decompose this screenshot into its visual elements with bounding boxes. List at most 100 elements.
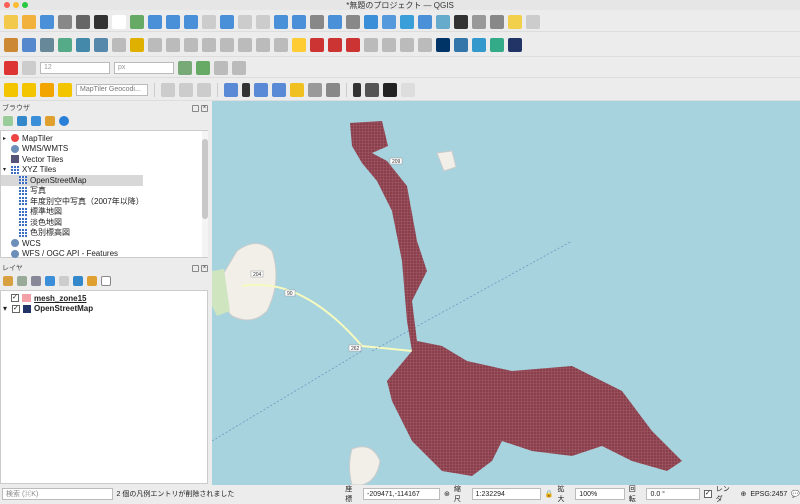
locator-search-input[interactable]: 検索 (⌘K) (2, 488, 113, 500)
filter-icon[interactable] (45, 276, 55, 286)
deselect-icon[interactable] (40, 82, 54, 97)
select-icon[interactable] (4, 82, 18, 97)
lock-icon[interactable]: 🔒 (545, 490, 554, 498)
snap-icon[interactable] (22, 60, 36, 75)
toolbar1-tool-icon-8[interactable] (130, 14, 144, 29)
magnifier-input[interactable]: 100% (575, 488, 625, 500)
close-panel-button[interactable]: × (201, 104, 208, 112)
toolbar1-tool-icon-9[interactable] (148, 14, 162, 29)
toolbar1-tool-icon-20[interactable] (346, 14, 360, 29)
toolbar1-tool-icon-21[interactable] (364, 14, 378, 29)
unit-select[interactable]: px (114, 61, 174, 74)
browser-scrollbar[interactable] (202, 131, 208, 257)
refresh-icon[interactable] (17, 116, 27, 126)
topology-icon[interactable] (196, 60, 210, 75)
toolbar1-tool-icon-28[interactable] (490, 14, 504, 29)
trace-icon[interactable] (178, 60, 192, 75)
person-icon[interactable] (353, 82, 361, 97)
close-panel-button[interactable]: × (201, 264, 208, 272)
browser-item[interactable]: 色別標高図 (1, 228, 207, 239)
move-icon[interactable] (232, 60, 246, 75)
render-checkbox[interactable]: ✓ (703, 490, 712, 498)
toolbar2-tool-icon-19[interactable] (328, 37, 342, 52)
layer-checkbox[interactable]: ✓ (12, 304, 20, 313)
browser-item[interactable]: 年度別空中写真（2007年以降） (1, 196, 207, 207)
browser-item[interactable]: ▸ MapTiler (1, 133, 207, 144)
toolbar2-tool-icon-9[interactable] (148, 37, 162, 52)
toolbar1-tool-icon-2[interactable] (22, 14, 36, 29)
add-group-icon[interactable] (17, 276, 27, 286)
toolbar1-tool-icon-7[interactable] (112, 14, 126, 29)
expression-filter-icon[interactable] (59, 276, 69, 286)
disabled-tool-icon[interactable] (401, 82, 415, 97)
toolbar2-tool-icon-8[interactable] (130, 37, 144, 52)
browser-item[interactable]: ▾ XYZ Tiles (1, 165, 207, 176)
collapse-all-icon[interactable] (87, 276, 97, 286)
browser-item[interactable]: 淡色地図 (1, 217, 207, 228)
map-canvas[interactable]: 209 204 90 262 (212, 101, 800, 485)
toolbar2-tool-icon-26[interactable] (454, 37, 468, 52)
rotation-input[interactable]: 0.0 ° (646, 488, 700, 500)
zoom-window-button[interactable] (22, 2, 28, 8)
toolbar2-tool-icon-21[interactable] (364, 37, 378, 52)
toolbar1-tool-icon-5[interactable] (76, 14, 90, 29)
toolbar2-tool-icon-28[interactable] (490, 37, 504, 52)
toolbar2-tool-icon-1[interactable] (4, 37, 18, 52)
toolbar2-tool-icon-3[interactable] (40, 37, 54, 52)
close-window-button[interactable] (4, 2, 10, 8)
toolbar2-tool-icon-25[interactable] (436, 37, 450, 52)
toolbar1-tool-icon-6[interactable] (94, 14, 108, 29)
toolbar2-tool-icon-27[interactable] (472, 37, 486, 52)
browser-item[interactable]: WFS / OGC API - Features (1, 249, 207, 260)
toolbar2-tool-icon-7[interactable] (112, 37, 126, 52)
magnet-icon[interactable] (4, 60, 18, 75)
toolbar1-tool-icon-4[interactable] (58, 14, 72, 29)
coordinate-input[interactable]: -209471,-114167 (363, 488, 440, 500)
filter-icon[interactable] (31, 116, 41, 126)
change-label-icon[interactable] (308, 82, 322, 97)
split-icon[interactable] (214, 60, 228, 75)
annotation-icon[interactable] (161, 82, 175, 97)
toolbar2-tool-icon-22[interactable] (382, 37, 396, 52)
browser-item[interactable]: 写真 (1, 186, 207, 197)
mouse-icon[interactable]: ⊛ (444, 490, 450, 498)
toolbar1-tool-icon-3[interactable] (40, 14, 54, 29)
text-annotation-icon[interactable] (179, 82, 193, 97)
toolbar2-tool-icon-10[interactable] (166, 37, 180, 52)
node-tool-icon[interactable] (254, 82, 268, 97)
toolbar1-tool-icon-13[interactable] (220, 14, 234, 29)
swap-arrows-icon[interactable] (383, 82, 397, 97)
label-icon[interactable] (58, 82, 72, 97)
style-icon[interactable] (3, 276, 13, 286)
info-icon[interactable] (59, 116, 69, 126)
browser-item[interactable]: WCS (1, 238, 207, 249)
eye-icon[interactable] (31, 276, 41, 286)
toolbar2-tool-icon-16[interactable] (274, 37, 288, 52)
toolbar1-tool-icon-14[interactable] (238, 14, 252, 29)
toolbar2-tool-icon-23[interactable] (400, 37, 414, 52)
toolbar2-tool-icon-24[interactable] (418, 37, 432, 52)
layer-item-mesh[interactable]: ✓ mesh_zone15 (1, 293, 207, 304)
toolbar2-tool-icon-5[interactable] (76, 37, 90, 52)
rotate-label-icon[interactable] (272, 82, 286, 97)
crs-globe-icon[interactable]: ⊕ (740, 490, 746, 498)
expand-arrow-icon[interactable]: ▸ (3, 135, 8, 142)
toolbar2-tool-icon-18[interactable] (310, 37, 324, 52)
expand-all-icon[interactable] (73, 276, 83, 286)
layer-item-osm[interactable]: ▾ ✓ OpenStreetMap (1, 304, 207, 315)
toolbar1-tool-icon-12[interactable] (202, 14, 216, 29)
crs-button[interactable]: EPSG:2457 (750, 491, 787, 498)
toolbar1-tool-icon-30[interactable] (526, 14, 540, 29)
toolbar1-tool-icon-10[interactable] (166, 14, 180, 29)
toolbar1-tool-icon-26[interactable] (454, 14, 468, 29)
collapse-icon[interactable] (45, 116, 55, 126)
messages-icon[interactable]: 💬 (791, 490, 800, 498)
tolerance-input[interactable]: 12 (40, 61, 110, 74)
toolbar1-tool-icon-24[interactable] (418, 14, 432, 29)
toolbar2-tool-icon-12[interactable] (202, 37, 216, 52)
browser-item[interactable]: OpenStreetMap (1, 175, 143, 186)
expand-arrow-icon[interactable]: ▾ (3, 304, 9, 313)
toolbar1-tool-icon-27[interactable] (472, 14, 486, 29)
toolbar2-tool-icon-17[interactable] (292, 37, 306, 52)
toolbar2-tool-icon-29[interactable] (508, 37, 522, 52)
